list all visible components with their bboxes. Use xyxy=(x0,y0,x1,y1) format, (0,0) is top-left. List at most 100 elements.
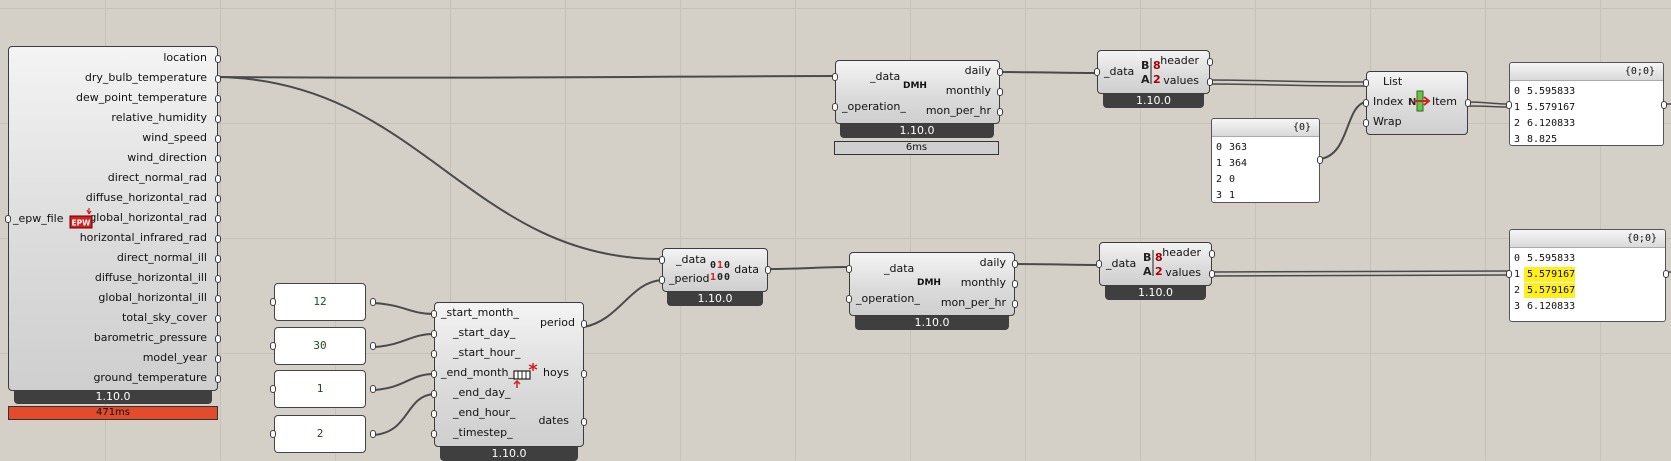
binary-icon: 0 1 0 1 0 0 xyxy=(710,257,734,283)
epw-file-input-grip[interactable] xyxy=(5,215,11,223)
epw-output-grip[interactable] xyxy=(215,195,221,203)
dmh-bottom-output-mon-per-hr: mon_per_hr xyxy=(940,296,1006,309)
epw-output-grip[interactable] xyxy=(215,255,221,263)
apply-period-input-period: _period xyxy=(669,272,710,285)
epw-output-grip[interactable] xyxy=(215,315,221,323)
epw-output-grip[interactable] xyxy=(215,355,221,363)
list-item-grip-wrap[interactable] xyxy=(1363,119,1369,127)
analysis-period-grip-dates[interactable] xyxy=(581,418,587,426)
dmh-bottom-grip-monthly[interactable] xyxy=(1012,280,1018,288)
top-result-panel[interactable]: {0;0} 0 5.595833 1 5.579167 2 6.120833 3 8.825 xyxy=(1506,62,1667,146)
deconstruct-bottom-grip-data[interactable] xyxy=(1096,260,1102,268)
dmh-top-grip-operation[interactable] xyxy=(832,103,838,111)
slider-end-day-grip-in[interactable] xyxy=(270,430,276,438)
list-item-grip-item[interactable] xyxy=(1465,99,1471,107)
analysis-period-input-grip[interactable] xyxy=(431,350,437,358)
list-item-component[interactable]: List Index Wrap N Item xyxy=(1363,71,1471,135)
epw-output-label: model_year xyxy=(142,351,207,364)
apply-period-grip-output[interactable] xyxy=(765,266,771,274)
list-item-grip-list[interactable] xyxy=(1363,79,1369,87)
dmh-top-grip-data[interactable] xyxy=(832,73,838,81)
wire-dmh-top-to-deconstruct-top xyxy=(999,71,1098,74)
dmh-bottom-grip-mon-per-hr[interactable] xyxy=(1012,300,1018,308)
epw-output-grip[interactable] xyxy=(215,75,221,83)
analysis-period-grip-hoys[interactable] xyxy=(581,370,587,378)
number-slider-start-day[interactable]: 30 xyxy=(274,327,366,365)
number-slider-end-month[interactable]: 1 xyxy=(274,370,366,408)
analysis-period-input-grip[interactable] xyxy=(431,390,437,398)
analysis-period-input-grip[interactable] xyxy=(431,430,437,438)
apply-period-grip-data[interactable] xyxy=(659,256,665,264)
deconstruct-bottom-grip-header[interactable] xyxy=(1209,250,1215,258)
import-epw-component[interactable]: location dry_bulb_temperature dew_point_te… xyxy=(5,46,221,391)
epw-output-grip[interactable] xyxy=(215,375,221,383)
dmh-top-grip-mon-per-hr[interactable] xyxy=(997,108,1003,116)
epw-output-grip[interactable] xyxy=(215,55,221,63)
epw-output-grip[interactable] xyxy=(215,235,221,243)
wire-item-to-panel-a xyxy=(1467,101,1510,105)
analysis-period-input-grip[interactable] xyxy=(431,370,437,378)
epw-output-grip[interactable] xyxy=(215,295,221,303)
list-item-grip-index[interactable] xyxy=(1363,99,1369,107)
analysis-period-input-label: _end_month_ xyxy=(441,366,514,379)
svg-text:0: 0 xyxy=(724,272,730,283)
index-panel[interactable]: {0} 0 363 1 364 2 0 3 1 xyxy=(1211,118,1323,203)
slider-end-month-grip-out[interactable] xyxy=(370,385,376,393)
slider-start-day-grip-out[interactable] xyxy=(370,342,376,350)
index-panel-output-grip[interactable] xyxy=(1317,156,1323,164)
dmh-top-grip-daily[interactable] xyxy=(997,68,1003,76)
slider-start-month-grip-out[interactable] xyxy=(370,298,376,306)
deconstruct-top-grip-data[interactable] xyxy=(1094,68,1100,76)
analysis-period-input-grip[interactable] xyxy=(431,310,437,318)
epw-output-grip[interactable] xyxy=(215,135,221,143)
top-result-panel-output-grip[interactable] xyxy=(1661,101,1667,109)
deconstruct-bottom-component[interactable]: _data B A 8 2 header values xyxy=(1096,242,1215,286)
panel-row-index: 3 xyxy=(1514,134,1521,145)
epw-output-label: barometric_pressure xyxy=(93,331,207,344)
epw-output-grip[interactable] xyxy=(215,335,221,343)
dmh-top-component[interactable]: _data _operation_ DMH daily monthly mon_… xyxy=(832,60,1003,124)
epw-output-grip[interactable] xyxy=(215,215,221,223)
analysis-period-input-label: _start_hour_ xyxy=(453,346,521,359)
apply-period-component[interactable]: _data _period 0 1 0 1 0 0 data xyxy=(659,248,771,292)
dmh-top-grip-monthly[interactable] xyxy=(997,88,1003,96)
grasshopper-canvas[interactable]: location dry_bulb_temperature dew_point_te… xyxy=(0,0,1671,461)
analysis-period-component[interactable]: _start_month_ _start_day_ _start_hour_ _end… xyxy=(431,302,587,447)
analysis-period-input-label: _start_day_ xyxy=(453,326,516,339)
bottom-result-panel-output-grip[interactable] xyxy=(1663,270,1669,278)
epw-output-grip[interactable] xyxy=(215,95,221,103)
slider-end-month-grip-in[interactable] xyxy=(270,385,276,393)
epw-output-grip[interactable] xyxy=(215,155,221,163)
dmh-bottom-grip-daily[interactable] xyxy=(1012,260,1018,268)
wire-slider1-to-start-month xyxy=(373,302,435,315)
deconstruct-bottom-grip-values[interactable] xyxy=(1209,270,1215,278)
dmh-bottom-component[interactable]: _data _operation_ DMH daily monthly mon_… xyxy=(846,252,1018,316)
epw-output-label: wind_speed xyxy=(142,131,207,144)
epw-output-label: diffuse_horizontal_ill xyxy=(94,271,207,284)
analysis-period-grip-period[interactable] xyxy=(581,320,587,328)
deconstruct-top-grip-values[interactable] xyxy=(1207,78,1213,86)
slider-end-day-grip-out[interactable] xyxy=(370,430,376,438)
panel-row-index: 3 xyxy=(1216,190,1223,201)
analysis-period-input-grip[interactable] xyxy=(431,330,437,338)
apply-period-grip-period[interactable] xyxy=(659,276,665,284)
epw-output-grip[interactable] xyxy=(215,115,221,123)
epw-output-grip[interactable] xyxy=(215,275,221,283)
slider-start-day-grip-in[interactable] xyxy=(270,342,276,350)
epw-output-label: dew_point_temperature xyxy=(76,91,207,104)
dmh-bottom-grip-data[interactable] xyxy=(846,265,852,273)
number-slider-start-month[interactable]: 12 xyxy=(274,283,366,321)
deconstruct-top-component[interactable]: _data B A 8 2 header values xyxy=(1094,50,1213,94)
dmh-top-version-bar: 1.10.0 xyxy=(840,124,994,138)
dmh-bottom-version-bar: 1.10.0 xyxy=(855,316,1009,330)
epw-output-label: total_sky_cover xyxy=(122,311,207,324)
bottom-result-panel[interactable]: {0;0} 0 5.595833 1 5.579167 2 5.579167 3 6.1208… xyxy=(1506,229,1669,322)
slider-start-month-grip-in[interactable] xyxy=(270,298,276,306)
dmh-top-output-mon-per-hr: mon_per_hr xyxy=(925,104,991,117)
number-slider-end-day[interactable]: 2 xyxy=(274,415,366,453)
panel-row: 0 5.595833 xyxy=(1510,84,1663,99)
dmh-bottom-grip-operation[interactable] xyxy=(846,295,852,303)
epw-output-grip[interactable] xyxy=(215,175,221,183)
deconstruct-top-grip-header[interactable] xyxy=(1207,58,1213,66)
analysis-period-input-grip[interactable] xyxy=(431,410,437,418)
